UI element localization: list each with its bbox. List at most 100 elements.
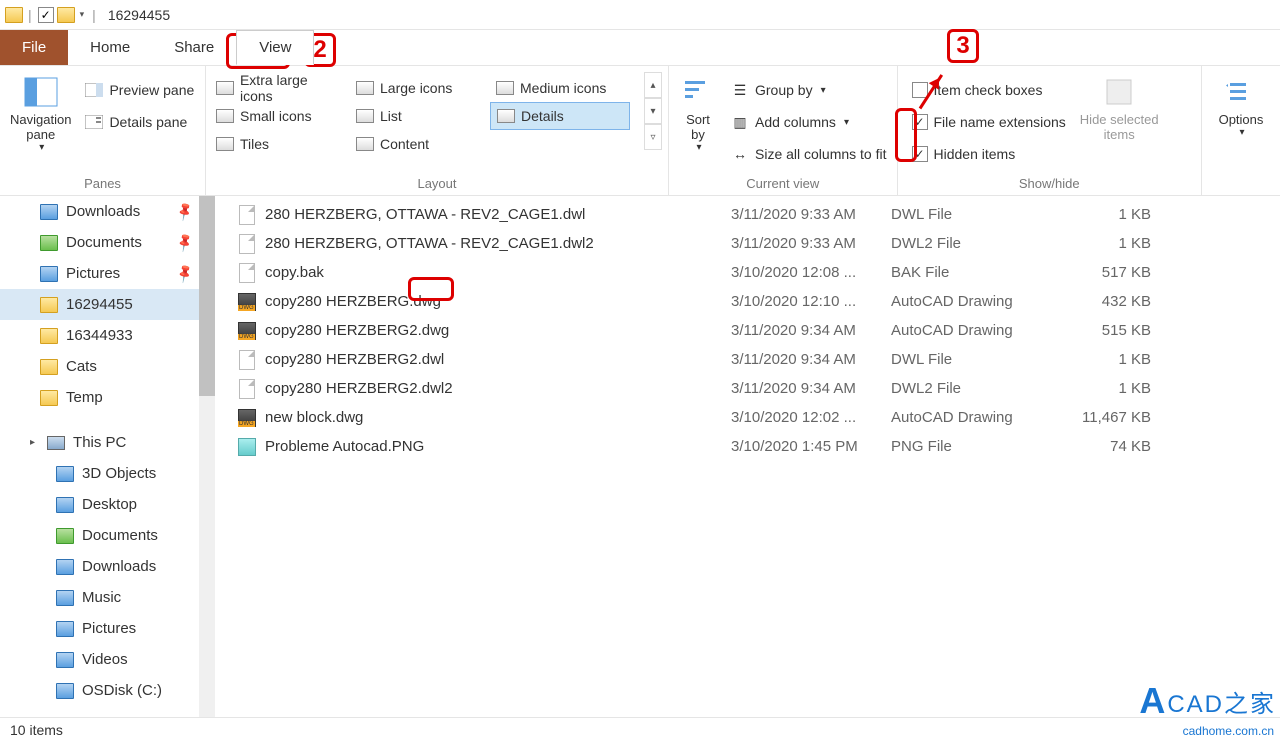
file-row[interactable]: copy.bak3/10/2020 12:08 ...BAK File517 K…: [215, 258, 1280, 287]
file-doc-icon: [239, 350, 255, 370]
nav-item-music[interactable]: Music: [0, 582, 215, 613]
hide-icon: [1101, 74, 1137, 110]
tab-home[interactable]: Home: [68, 30, 152, 65]
file-name: copy.bak: [261, 264, 731, 281]
layout-large-icons[interactable]: Large icons: [350, 74, 490, 102]
nav-item-osdisk--c--[interactable]: OSDisk (C:): [0, 675, 215, 706]
gallery-up-icon[interactable]: ▴: [644, 72, 662, 98]
sort-by-button[interactable]: Sort by ▾: [673, 70, 723, 157]
nav-this-pc[interactable]: ▸This PC: [0, 427, 215, 458]
folder-icon: [40, 204, 58, 220]
qat-folder-icon[interactable]: [56, 4, 76, 26]
file-row[interactable]: 280 HERZBERG, OTTAWA - REV2_CAGE1.dwl3/1…: [215, 200, 1280, 229]
nav-item-16294455[interactable]: 16294455: [0, 289, 215, 320]
item-count: 10 items: [10, 722, 63, 738]
options-icon: [1223, 74, 1259, 110]
layout-list[interactable]: List: [350, 102, 490, 130]
file-type: DWL2 File: [891, 380, 1061, 397]
nav-item-pictures[interactable]: Pictures: [0, 613, 215, 644]
file-row[interactable]: copy280 HERZBERG2.dwl3/11/2020 9:34 AMDW…: [215, 345, 1280, 374]
file-type: DWL File: [891, 351, 1061, 368]
size-all-columns-button[interactable]: ↔Size all columns to fit: [725, 140, 893, 168]
tab-share[interactable]: Share: [152, 30, 236, 65]
file-name-extensions-toggle[interactable]: ✓File name extensions: [906, 108, 1072, 136]
layout-extra-large-icons[interactable]: Extra large icons: [210, 74, 350, 102]
pin-icon: 📌: [174, 200, 196, 222]
file-row[interactable]: copy280 HERZBERG2.dwg3/11/2020 9:34 AMAu…: [215, 316, 1280, 345]
nav-scrollbar[interactable]: [199, 196, 215, 717]
add-columns-button[interactable]: ▥Add columns▾: [725, 108, 893, 136]
gallery-more-icon[interactable]: ▿: [644, 124, 662, 150]
watermark-logo-icon: A: [1139, 680, 1165, 722]
nav-item-3d-objects[interactable]: 3D Objects: [0, 458, 215, 489]
file-row[interactable]: Probleme Autocad.PNG3/10/2020 1:45 PMPNG…: [215, 432, 1280, 461]
qat-separator2: |: [92, 7, 96, 23]
chevron-down-icon: ▾: [821, 85, 826, 96]
nav-item-downloads[interactable]: Downloads📌: [0, 196, 215, 227]
layout-small-icons[interactable]: Small icons: [210, 102, 350, 130]
ribbon-group-currentview: Sort by ▾ ☰Group by▾ ▥Add columns▾ ↔Size…: [669, 66, 898, 195]
options-button[interactable]: Options ▾: [1206, 70, 1276, 142]
layout-medium-icons[interactable]: Medium icons: [490, 74, 630, 102]
file-doc-icon: [239, 263, 255, 283]
nav-item-documents[interactable]: Documents📌: [0, 227, 215, 258]
layout-gallery: Extra large iconsLarge iconsMedium icons…: [210, 70, 640, 158]
group-by-button[interactable]: ☰Group by▾: [725, 76, 893, 104]
hide-selected-button[interactable]: Hide selected items: [1074, 70, 1165, 146]
file-row[interactable]: new block.dwg3/10/2020 12:02 ...AutoCAD …: [215, 403, 1280, 432]
file-row[interactable]: 280 HERZBERG, OTTAWA - REV2_CAGE1.dwl23/…: [215, 229, 1280, 258]
qat-separator: |: [28, 7, 32, 23]
title-bar: | ✓ ▾ | 16294455: [0, 0, 1280, 30]
ribbon: Navigation pane ▾ Preview pane Details p…: [0, 66, 1280, 196]
size-columns-icon: ↔: [731, 145, 749, 163]
file-size: 515 KB: [1061, 322, 1151, 339]
scrollbar-thumb[interactable]: [199, 196, 215, 396]
file-size: 11,467 KB: [1061, 409, 1151, 426]
details-pane-button[interactable]: Details pane: [79, 108, 200, 136]
nav-item-videos[interactable]: Videos: [0, 644, 215, 675]
navigation-pane-button[interactable]: Navigation pane ▾: [4, 70, 77, 157]
preview-pane-button[interactable]: Preview pane: [79, 76, 200, 104]
file-name: Probleme Autocad.PNG: [261, 438, 731, 455]
file-list[interactable]: 280 HERZBERG, OTTAWA - REV2_CAGE1.dwl3/1…: [215, 196, 1280, 717]
file-date: 3/11/2020 9:34 AM: [731, 380, 891, 397]
gallery-down-icon[interactable]: ▾: [644, 98, 662, 124]
nav-item-documents[interactable]: Documents: [0, 520, 215, 551]
nav-item-desktop[interactable]: Desktop: [0, 489, 215, 520]
showhide-group-label: Show/hide: [902, 174, 1198, 193]
chevron-down-icon: ▾: [1239, 127, 1244, 138]
layout-group-label: Layout: [210, 174, 664, 193]
folder-icon: [40, 266, 58, 282]
nav-item-temp[interactable]: Temp: [0, 382, 215, 413]
layout-details[interactable]: Details: [490, 102, 630, 130]
file-row[interactable]: copy280 HERZBERG.dwg3/10/2020 12:10 ...A…: [215, 287, 1280, 316]
file-date: 3/11/2020 9:33 AM: [731, 206, 891, 223]
file-doc-icon: [239, 234, 255, 254]
file-size: 1 KB: [1061, 235, 1151, 252]
qat-dropdown-icon[interactable]: ▾: [80, 9, 85, 20]
group-by-icon: ☰: [731, 81, 749, 99]
folder-icon: [56, 621, 74, 637]
layout-content[interactable]: Content: [350, 130, 490, 158]
sort-icon: [680, 74, 716, 110]
add-columns-icon: ▥: [731, 113, 749, 131]
file-name: copy280 HERZBERG2.dwl: [261, 351, 731, 368]
file-name: 280 HERZBERG, OTTAWA - REV2_CAGE1.dwl2: [261, 235, 731, 252]
nav-item-downloads[interactable]: Downloads: [0, 551, 215, 582]
checkbox-checked-icon: ✓: [912, 146, 928, 162]
nav-item-cats[interactable]: Cats: [0, 351, 215, 382]
file-size: 517 KB: [1061, 264, 1151, 281]
file-doc-icon: [239, 379, 255, 399]
nav-item-16344933[interactable]: 16344933: [0, 320, 215, 351]
details-pane-icon: [85, 113, 103, 131]
file-type: DWL2 File: [891, 235, 1061, 252]
folder-icon: [56, 652, 74, 668]
hidden-items-toggle[interactable]: ✓Hidden items: [906, 140, 1072, 168]
tab-file[interactable]: File: [0, 30, 68, 65]
nav-item-pictures[interactable]: Pictures📌: [0, 258, 215, 289]
file-name: new block.dwg: [261, 409, 731, 426]
file-row[interactable]: copy280 HERZBERG2.dwl23/11/2020 9:34 AMD…: [215, 374, 1280, 403]
qat-checkbox-icon[interactable]: ✓: [36, 4, 56, 26]
tab-view[interactable]: View: [236, 30, 314, 65]
layout-tiles[interactable]: Tiles: [210, 130, 350, 158]
